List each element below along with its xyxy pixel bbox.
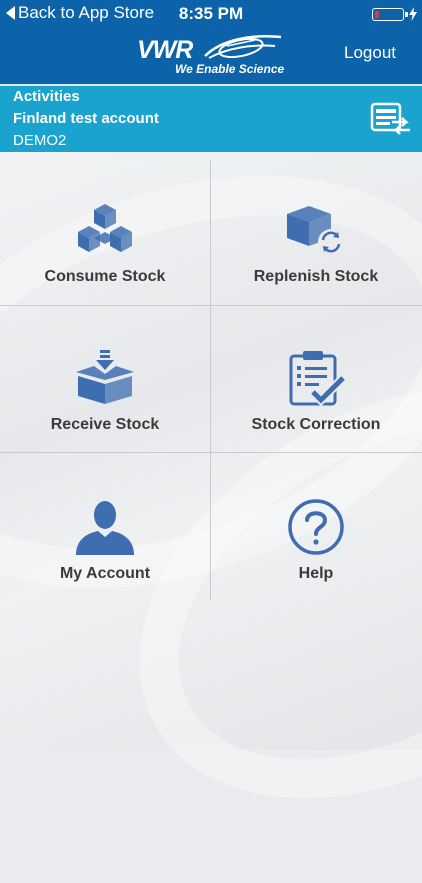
vwr-logo: VWR We Enable Science <box>135 34 285 78</box>
logo-tagline: We Enable Science <box>175 62 285 76</box>
user-icon <box>76 501 134 555</box>
tile-label: Consume Stock <box>44 268 166 285</box>
tile-label: My Account <box>59 565 151 582</box>
logo-swoosh-icon <box>204 35 282 59</box>
stock-correction-button[interactable]: Stock Correction <box>211 350 421 434</box>
clipboard-check-icon <box>289 351 347 406</box>
account-name: Finland test account <box>13 110 159 127</box>
app-header: VWR We Enable Science Logout <box>0 28 422 84</box>
tile-label: Stock Correction <box>251 416 381 433</box>
receive-stock-button[interactable]: Receive Stock <box>0 350 210 434</box>
battery-icon <box>372 8 408 21</box>
replenish-stock-button[interactable]: Replenish Stock <box>211 202 421 286</box>
banner-title: Activities <box>13 88 80 105</box>
help-icon <box>288 499 344 555</box>
box-refresh-icon <box>287 206 344 255</box>
switch-account-icon[interactable] <box>368 102 412 138</box>
tile-label: Help <box>298 565 334 582</box>
status-bar: Back to App Store 8:35 PM <box>0 0 422 28</box>
logo-text: VWR <box>137 36 193 64</box>
tile-label: Replenish Stock <box>253 268 379 285</box>
menu-grid: Consume Stock Replenish Stock Receive St… <box>0 100 422 883</box>
charging-bolt-icon <box>409 7 417 21</box>
boxes-icon <box>78 204 132 252</box>
logout-button[interactable]: Logout <box>344 43 396 63</box>
grid-divider <box>0 305 422 306</box>
status-time: 8:35 PM <box>178 4 244 23</box>
my-account-button[interactable]: My Account <box>0 499 210 583</box>
help-button[interactable]: Help <box>211 499 421 583</box>
grid-divider <box>0 452 422 453</box>
account-code: DEMO2 <box>13 132 67 149</box>
consume-stock-button[interactable]: Consume Stock <box>0 202 210 286</box>
tile-label: Receive Stock <box>50 416 160 433</box>
account-banner: Activities Finland test account DEMO2 <box>0 84 422 152</box>
receive-box-icon <box>76 350 134 404</box>
